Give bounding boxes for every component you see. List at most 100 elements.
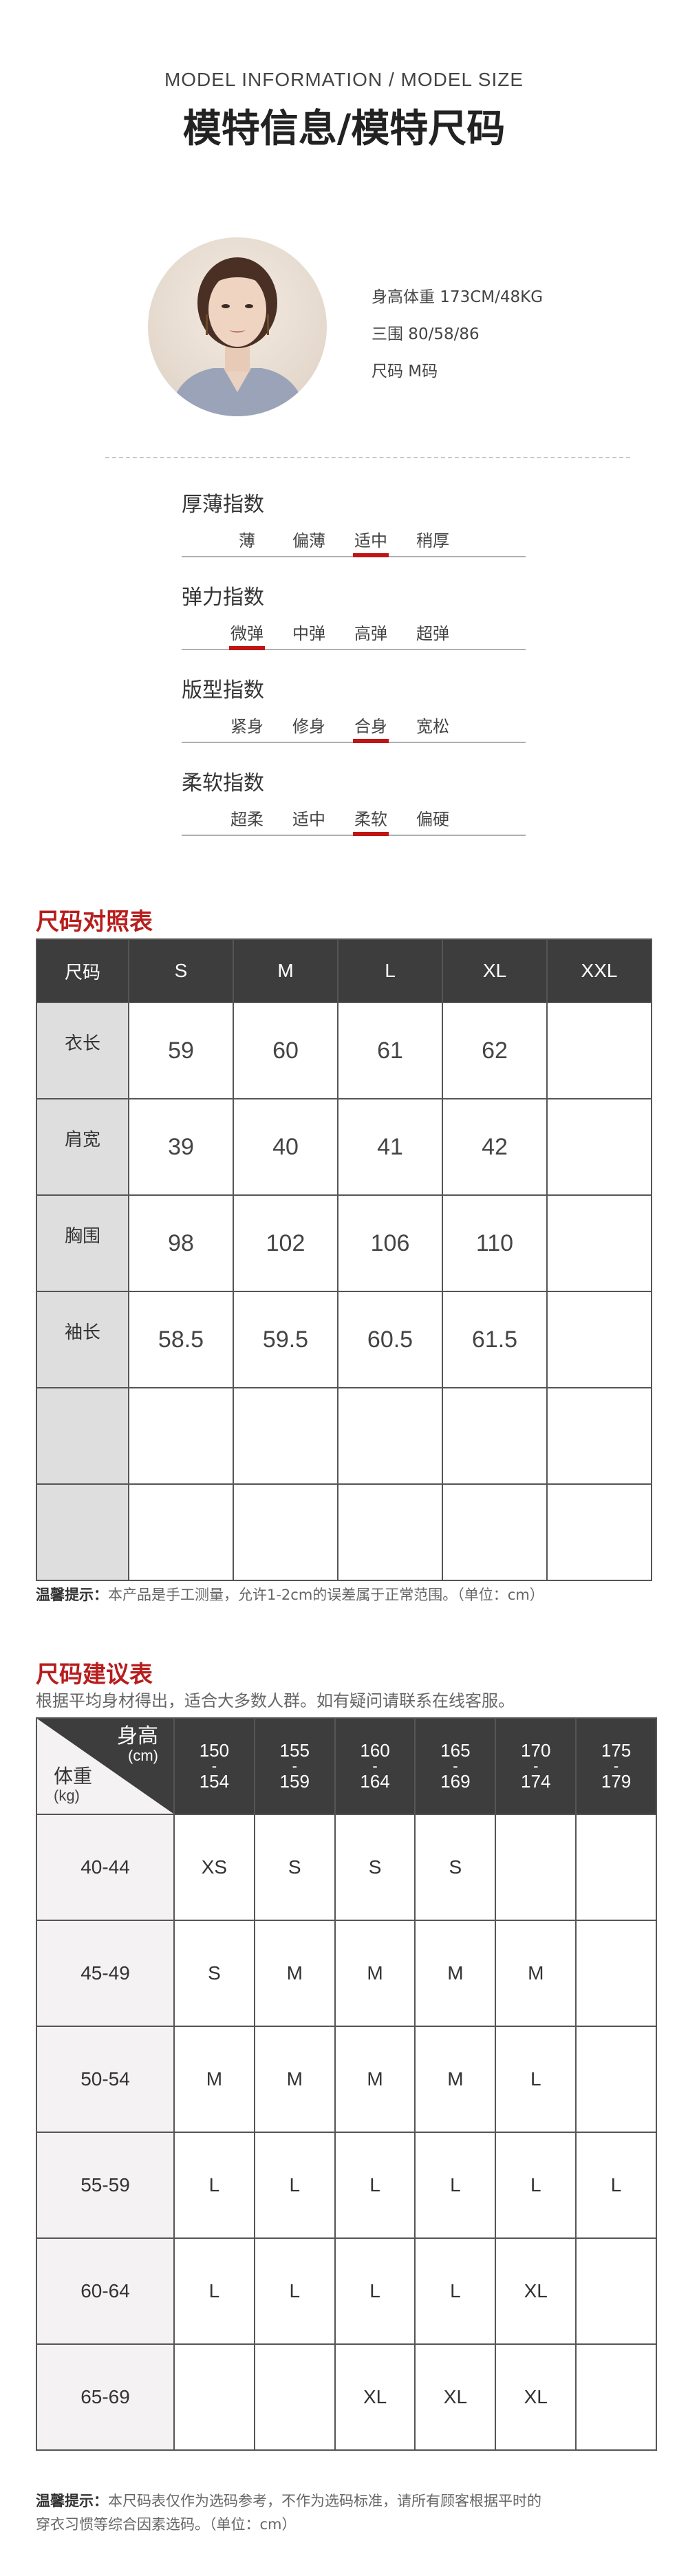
height-to: 159 (279, 1771, 310, 1792)
measure-value: 39 (128, 1098, 234, 1196)
recommended-size-cell: S (334, 1814, 416, 1921)
measure-label: 衣长 (36, 1002, 129, 1099)
index-title: 厚薄指数 (182, 493, 264, 517)
recommended-size-cell: XL (495, 2343, 577, 2451)
recommend-header-row: 身高 (cm) 体重 (kg) 150-154 155-159 160-164 165… (36, 1717, 657, 1815)
index-option: 柔软 (354, 810, 387, 829)
table-row (36, 1483, 652, 1581)
size-header-cell: XL (442, 938, 548, 1003)
recommend-note: 温馨提示：本尺码表仅作为选码参考，不作为选码标准，请所有顾客根据平时的 穿衣习惯… (36, 2489, 541, 2536)
index-option: 超弹 (416, 624, 449, 643)
weight-range-cell: 55-59 (36, 2132, 175, 2239)
measure-value (546, 1387, 652, 1485)
table-row: 60-64 L L L L XL (36, 2237, 657, 2345)
size-header-cell: M (233, 938, 338, 1003)
recommended-size-cell: M (334, 1920, 416, 2027)
index-option: 微弹 (230, 624, 264, 643)
corner-weight-label: 体重 (54, 1765, 93, 1787)
title-cn: 模特信息/模特尺码 (182, 107, 506, 151)
recommended-size-cell: XL (334, 2343, 416, 2451)
recommended-size-cell: XL (414, 2343, 497, 2451)
measure-value (128, 1387, 234, 1485)
index-row: 柔软指数 超柔 适中 柔软 偏硬 (182, 766, 526, 855)
measure-label (36, 1483, 129, 1581)
model-avatar (148, 237, 327, 416)
measure-value (233, 1483, 338, 1581)
recommended-size-cell: L (253, 2237, 336, 2345)
measure-value (337, 1387, 443, 1485)
measure-value (546, 1098, 652, 1196)
size-chart-note: 温馨提示：本产品是手工测量，允许1-2cm的误差属于正常范围。（单位：cm） (36, 1584, 544, 1604)
table-row: 袖长 58.5 59.5 60.5 61.5 (36, 1291, 652, 1388)
measure-value: 106 (337, 1194, 443, 1292)
index-selected-marker (353, 832, 389, 836)
height-range-cell: 170-174 (495, 1717, 577, 1815)
table-row: 衣长 59 60 61 62 (36, 1002, 652, 1099)
weight-range-cell: 45-49 (36, 1920, 175, 2027)
title-en: MODEL INFORMATION / MODEL SIZE (164, 69, 524, 90)
measure-value: 110 (442, 1194, 548, 1292)
measure-label (36, 1387, 129, 1485)
recommended-size-cell (575, 1920, 657, 2027)
weight-range-cell: 65-69 (36, 2343, 175, 2451)
height-range-cell: 155-159 (253, 1717, 336, 1815)
recommended-size-cell: M (414, 1920, 497, 2027)
measure-value (442, 1483, 548, 1581)
measure-value: 60.5 (337, 1291, 443, 1388)
size-chart-table: 尺码 S M L XL XXL 衣长 59 60 61 62 肩宽 39 40 41 42 胸围 98 102 10… (36, 938, 652, 1581)
index-option: 合身 (354, 717, 387, 736)
index-selected-marker (353, 739, 389, 743)
index-option: 修身 (292, 717, 325, 736)
measure-value (546, 1483, 652, 1581)
height-to: 179 (601, 1771, 632, 1792)
size-chart-note-label: 温馨提示： (36, 1587, 108, 1603)
model-size: 尺码 M码 (372, 363, 438, 380)
height-to: 154 (199, 1771, 230, 1792)
measure-value (337, 1483, 443, 1581)
table-row: 40-44 XS S S S (36, 1814, 657, 1921)
measure-label: 袖长 (36, 1291, 129, 1388)
measure-value: 59 (128, 1002, 234, 1099)
measure-value: 41 (337, 1098, 443, 1196)
size-header-cell: XXL (546, 938, 652, 1003)
measure-value (546, 1291, 652, 1388)
size-chart-note-text: 本产品是手工测量，允许1-2cm的误差属于正常范围。（单位：cm） (108, 1587, 544, 1603)
measure-value: 102 (233, 1194, 338, 1292)
measure-value: 61 (337, 1002, 443, 1099)
index-option: 中弹 (292, 624, 325, 643)
recommended-size-cell: S (414, 1814, 497, 1921)
recommended-size-cell: S (253, 1814, 336, 1921)
measure-value: 61.5 (442, 1291, 548, 1388)
index-option: 宽松 (416, 717, 449, 736)
model-height-weight: 身高体重 173CM/48KG (372, 288, 544, 306)
weight-range-cell: 60-64 (36, 2237, 175, 2345)
corner-weight-unit: (kg) (54, 1787, 80, 1804)
recommended-size-cell: L (495, 2026, 577, 2133)
size-chart-header-row: 尺码 S M L XL XXL (36, 938, 652, 1003)
index-row: 版型指数 紧身 修身 合身 宽松 (182, 673, 526, 762)
measure-value (546, 1002, 652, 1099)
recommended-size-cell (575, 2237, 657, 2345)
recommended-size-cell: M (173, 2026, 255, 2133)
recommend-note-line2: 穿衣习惯等综合因素选码。（单位：cm） (36, 2516, 297, 2533)
measure-value (233, 1387, 338, 1485)
recommend-note-label: 温馨提示： (36, 2493, 108, 2509)
table-row: 55-59 L L L L L L (36, 2132, 657, 2239)
measure-value: 40 (233, 1098, 338, 1196)
recommended-size-cell: L (334, 2132, 416, 2239)
index-row: 弹力指数 微弹 中弹 高弹 超弹 (182, 580, 526, 669)
table-row: 胸围 98 102 106 110 (36, 1194, 652, 1292)
corner-height-unit: (cm) (128, 1747, 158, 1764)
recommended-size-cell: XL (495, 2237, 577, 2345)
measure-value: 58.5 (128, 1291, 234, 1388)
table-row: 65-69 XL XL XL (36, 2343, 657, 2451)
index-option: 适中 (354, 531, 387, 550)
measure-label: 胸围 (36, 1194, 129, 1292)
recommended-size-cell: XS (173, 1814, 255, 1921)
height-range-cell: 160-164 (334, 1717, 416, 1815)
index-option: 偏硬 (416, 810, 449, 829)
index-options: 薄 偏薄 适中 稍厚 (182, 527, 526, 555)
table-row (36, 1387, 652, 1485)
recommended-size-cell: L (575, 2132, 657, 2239)
recommended-size-cell (495, 1814, 577, 1921)
